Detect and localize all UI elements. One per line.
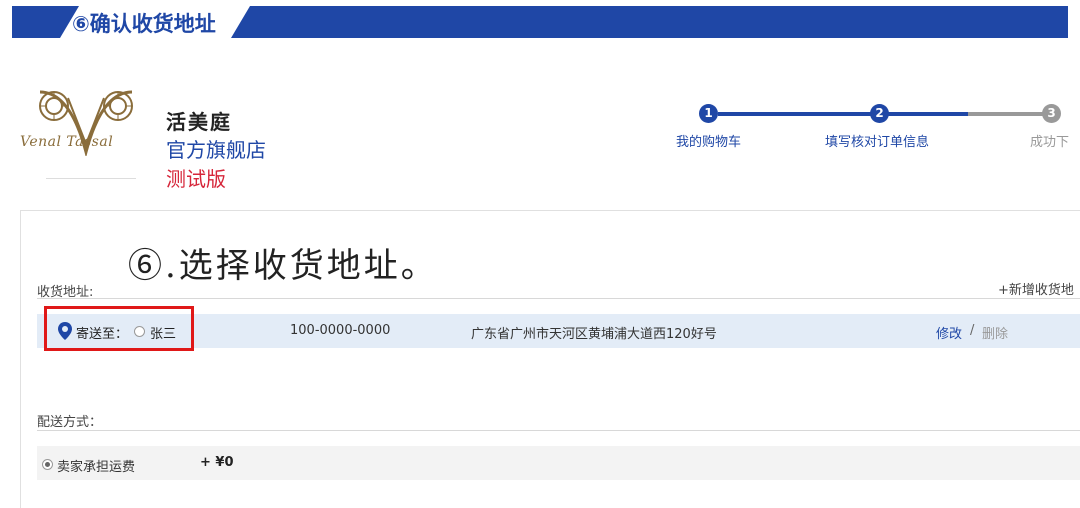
recipient-phone: 100-0000-0000 xyxy=(290,323,391,338)
address-divider xyxy=(37,298,1080,299)
step-1-label: 我的购物车 xyxy=(676,135,742,150)
shipping-divider xyxy=(37,430,1080,431)
recipient-address: 广东省广州市天河区黄埔浦大道西120好号 xyxy=(471,327,717,342)
add-address-link[interactable]: +新增收货地 xyxy=(998,279,1074,298)
step-2-dot: 2 xyxy=(870,104,889,123)
delete-address-link[interactable]: 删除 xyxy=(982,323,1008,342)
progress-line-3 xyxy=(968,112,1048,116)
test-version-label: 测试版 xyxy=(166,167,226,191)
shipping-price: + ¥0 xyxy=(200,455,234,470)
action-separator: / xyxy=(970,323,975,338)
shipping-option-label: 卖家承担运费 xyxy=(57,460,136,475)
logo-divider xyxy=(46,178,136,179)
edit-address-link[interactable]: 修改 xyxy=(936,323,962,342)
step-3-dot: 3 xyxy=(1042,104,1061,123)
progress-line-1 xyxy=(718,112,878,116)
section-banner: ⑥确认收货地址 xyxy=(0,0,1080,40)
step-2-label: 填写核对订单信息 xyxy=(825,135,930,150)
shipping-section-label: 配送方式： xyxy=(37,415,103,430)
shipping-radio[interactable] xyxy=(42,459,53,470)
shipping-option-row[interactable] xyxy=(37,446,1080,480)
instruction-annotation: ⑥.选择收货地址。 xyxy=(128,246,438,286)
progress-line-2 xyxy=(878,112,968,116)
checkout-progress: 1 2 3 我的购物车 填写核对订单信息 成功下 xyxy=(0,100,1080,160)
step-3-label: 成功下 xyxy=(1030,135,1070,150)
step-1-dot: 1 xyxy=(699,104,718,123)
banner-title: ⑥确认收货地址 xyxy=(72,12,216,36)
highlight-box xyxy=(44,306,194,351)
